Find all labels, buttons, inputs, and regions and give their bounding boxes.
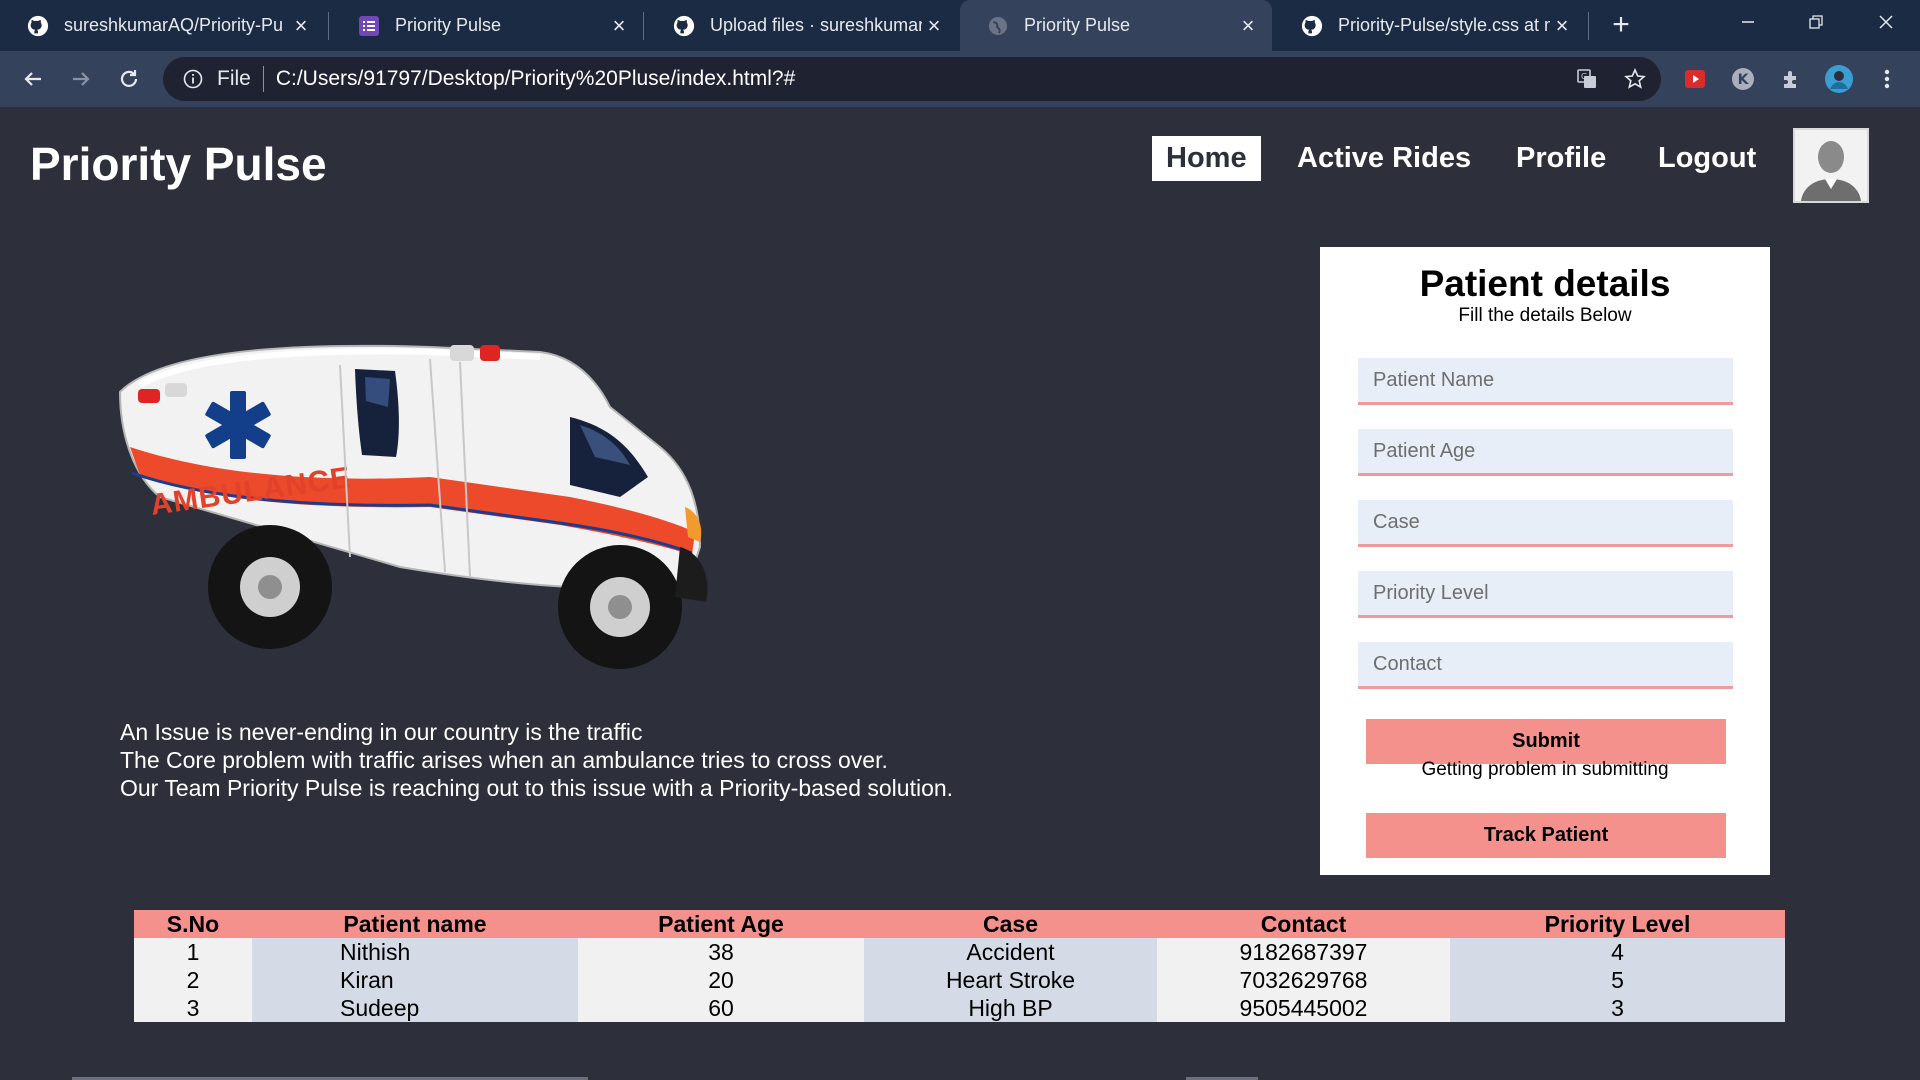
col-header-case: Case [864, 910, 1157, 938]
profile-avatar-icon[interactable] [1824, 64, 1854, 94]
k-extension-letter: K [1738, 72, 1750, 88]
github-icon [26, 14, 50, 38]
tab-close-icon[interactable]: × [1236, 13, 1260, 38]
bookmark-star-icon[interactable] [1623, 67, 1647, 91]
minimize-icon[interactable] [1714, 0, 1782, 44]
intro-line: Our Team Priority Pulse is reaching out … [120, 775, 954, 801]
page: Priority Pulse Home Active Rides Profile… [0, 107, 1920, 1080]
cell-priority: 3 [1450, 994, 1785, 1022]
case-input[interactable]: Case [1358, 500, 1733, 547]
cell-sno: 1 [134, 938, 252, 966]
cell-sno: 2 [134, 966, 252, 994]
cell-contact: 9505445002 [1157, 994, 1450, 1022]
col-header-sno: S.No [134, 910, 252, 938]
cell-name: Nithish [252, 938, 578, 966]
intro-line: The Core problem with traffic arises whe… [120, 747, 888, 773]
tab-close-icon[interactable]: × [289, 13, 313, 38]
video-extension-icon[interactable] [1680, 64, 1710, 94]
github-icon [672, 14, 696, 38]
contact-input[interactable]: Contact [1358, 642, 1733, 689]
cell-age: 20 [578, 966, 864, 994]
close-window-icon[interactable] [1852, 0, 1920, 44]
address-divider [262, 66, 264, 92]
url-text[interactable]: C:/Users/91797/Desktop/Priority%20Pluse/… [276, 67, 795, 91]
patient-name-input[interactable]: Patient Name [1358, 358, 1733, 405]
cell-name: Sudeep [252, 994, 578, 1022]
cell-sno: 3 [134, 994, 252, 1022]
browser-tab-bar: sureshkumarAQ/Priority-Pu × Priority Pul… [0, 0, 1920, 51]
cell-contact: 7032629768 [1157, 966, 1450, 994]
intro-text: An Issue is never-ending in our country … [120, 718, 953, 802]
tab-separator [643, 12, 644, 40]
ambulance-image: AMBULANCE [100, 297, 790, 677]
table-header-row: S.No Patient name Patient Age Case Conta… [134, 910, 1785, 938]
form-icon [357, 14, 381, 38]
table-row: 2 Kiran 20 Heart Stroke 7032629768 5 [134, 966, 1785, 994]
intro-line: An Issue is never-ending in our country … [120, 719, 643, 745]
restore-icon[interactable] [1782, 0, 1850, 44]
tab-close-icon[interactable]: × [1550, 13, 1574, 38]
tab-title: sureshkumarAQ/Priority-Pu [64, 15, 284, 35]
tab-title: Upload files · sureshkumarA [710, 15, 922, 35]
url-scheme-label: File [217, 67, 251, 90]
table-row: 3 Sudeep 60 High BP 9505445002 3 [134, 994, 1785, 1022]
tab-title: Priority Pulse [395, 15, 502, 35]
cell-priority: 5 [1450, 966, 1785, 994]
form-title: Patient details [1419, 263, 1671, 304]
browser-tab[interactable]: Priority-Pulse/style.css at m × [1274, 0, 1586, 51]
nav-profile[interactable]: Profile [1502, 136, 1620, 181]
translate-icon[interactable]: G [1575, 67, 1599, 91]
table-row: 1 Nithish 38 Accident 9182687397 4 [134, 938, 1785, 966]
cell-case: High BP [864, 994, 1157, 1022]
browser-toolbar: File C:/Users/91797/Desktop/Priority%20P… [0, 51, 1920, 107]
menu-kebab-icon[interactable] [1872, 64, 1902, 94]
patients-table: S.No Patient name Patient Age Case Conta… [134, 910, 1785, 1022]
site-brand[interactable]: Priority Pulse [30, 137, 327, 191]
cell-age: 38 [578, 938, 864, 966]
priority-level-input[interactable]: Priority Level [1358, 571, 1733, 618]
form-subtitle: Fill the details Below [1458, 305, 1632, 326]
browser-tab[interactable]: Upload files · sureshkumarA × [646, 0, 958, 51]
browser-tab-active[interactable]: Priority Pulse × [960, 0, 1272, 51]
info-icon[interactable] [181, 67, 205, 91]
forward-arrow-icon[interactable] [66, 64, 96, 94]
user-avatar[interactable] [1793, 128, 1869, 203]
track-patient-button[interactable]: Track Patient [1366, 813, 1726, 858]
tab-title: Priority-Pulse/style.css at m [1338, 15, 1550, 35]
address-bar[interactable]: File C:/Users/91797/Desktop/Priority%20P… [163, 57, 1661, 101]
col-header-contact: Contact [1157, 910, 1450, 938]
tab-close-icon[interactable]: × [922, 13, 946, 38]
browser-tab[interactable]: Priority Pulse × [331, 0, 643, 51]
k-extension-icon[interactable]: K [1728, 64, 1758, 94]
cell-case: Heart Stroke [864, 966, 1157, 994]
extensions-puzzle-icon[interactable] [1776, 64, 1806, 94]
browser-tab[interactable]: sureshkumarAQ/Priority-Pu × [0, 0, 325, 51]
svg-text:G: G [1581, 72, 1587, 81]
tab-separator [328, 12, 329, 40]
tab-close-icon[interactable]: × [607, 13, 631, 38]
user-silhouette-icon [1801, 141, 1861, 201]
cell-contact: 9182687397 [1157, 938, 1450, 966]
nav-active-rides[interactable]: Active Rides [1283, 136, 1485, 181]
col-header-age: Patient Age [578, 910, 864, 938]
col-header-priority: Priority Level [1450, 910, 1785, 938]
nav-logout[interactable]: Logout [1644, 136, 1770, 181]
globe-icon [986, 14, 1010, 38]
reload-icon[interactable] [114, 64, 144, 94]
back-arrow-icon[interactable] [18, 64, 48, 94]
cell-age: 60 [578, 994, 864, 1022]
col-header-name: Patient name [252, 910, 578, 938]
github-icon [1300, 14, 1324, 38]
new-tab-plus-icon[interactable]: + [1604, 8, 1638, 42]
cell-case: Accident [864, 938, 1157, 966]
tab-title: Priority Pulse [1024, 15, 1131, 35]
patient-form-card: Patient details Fill the details Below P… [1320, 247, 1770, 875]
submit-button[interactable]: Submit [1366, 719, 1726, 764]
tab-separator [1588, 12, 1589, 40]
nav-home[interactable]: Home [1152, 136, 1261, 181]
patient-age-input[interactable]: Patient Age [1358, 429, 1733, 476]
cell-name: Kiran [252, 966, 578, 994]
cell-priority: 4 [1450, 938, 1785, 966]
submit-help-text: Getting problem in submitting [1421, 759, 1669, 780]
